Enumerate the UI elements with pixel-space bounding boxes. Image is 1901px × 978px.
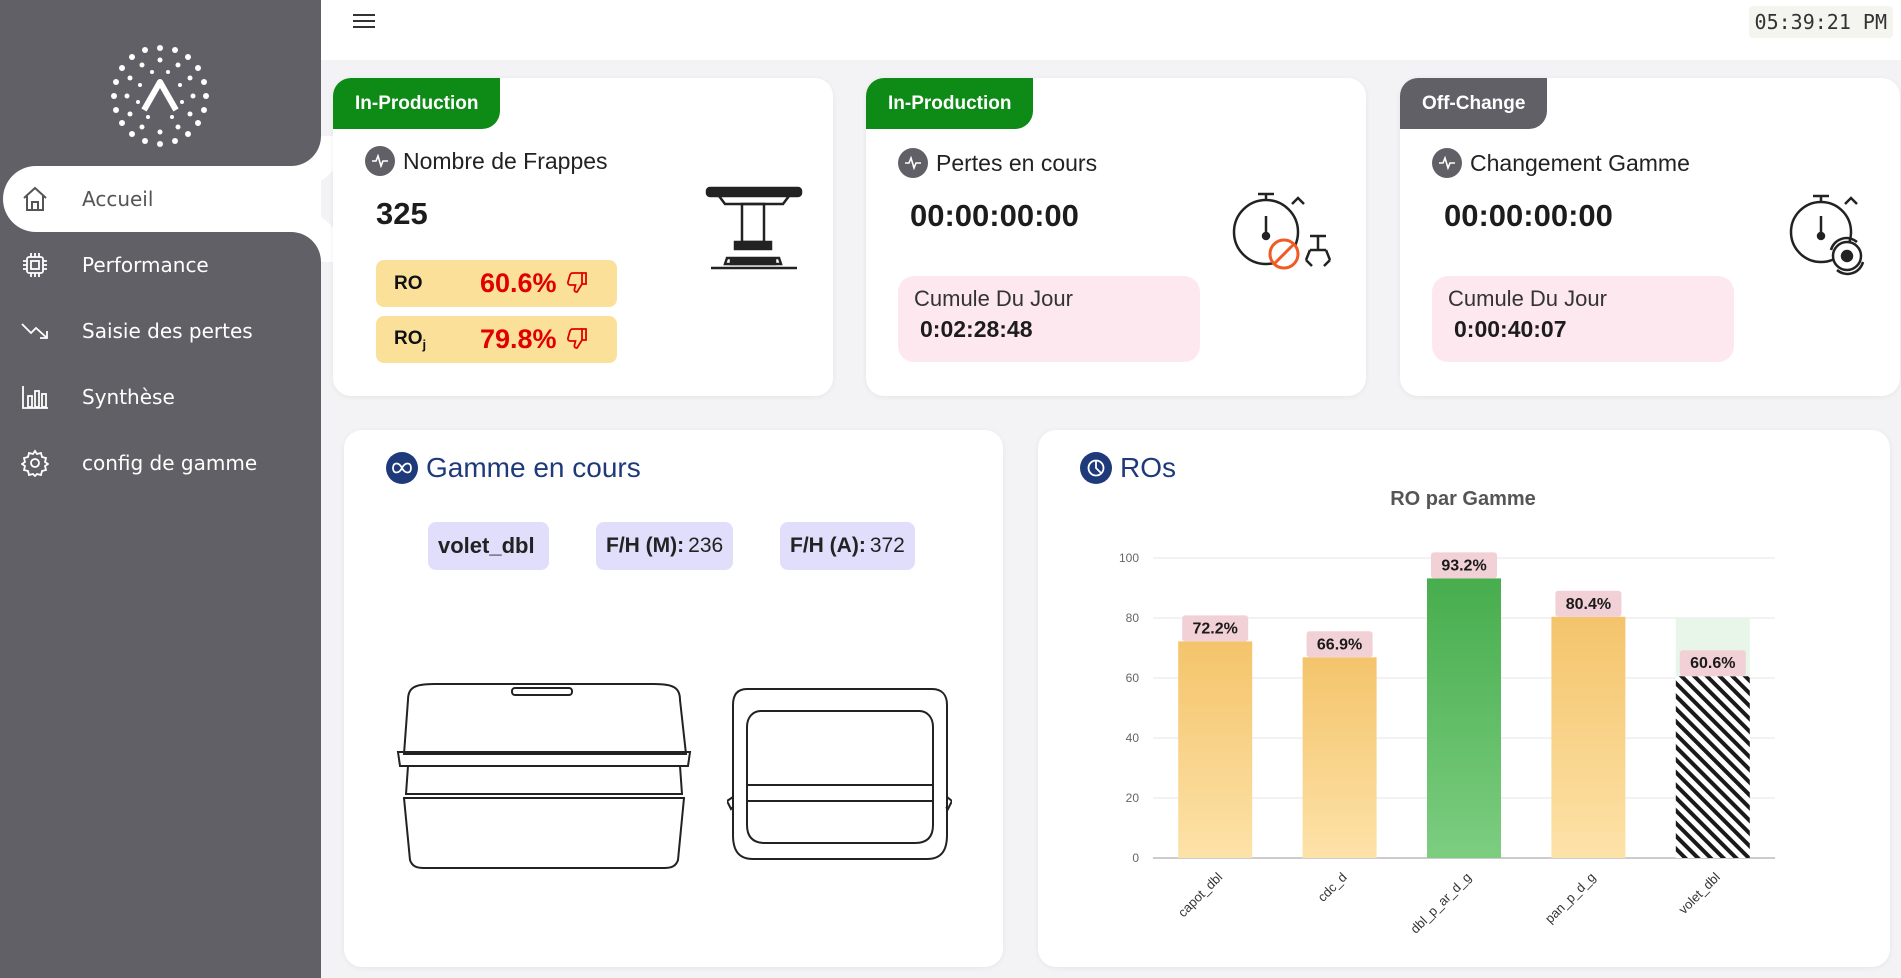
activity-icon bbox=[365, 146, 395, 176]
fh-a-chip: F/H (A): 372 bbox=[780, 522, 915, 570]
y-tick-label: 0 bbox=[1132, 851, 1139, 865]
sidebar-item-config-de-gamme[interactable]: config de gamme bbox=[0, 430, 321, 496]
ro-pill: RO 60.6% bbox=[376, 260, 617, 307]
sidebar-logo-area bbox=[0, 0, 321, 165]
sidebar-item-label: Performance bbox=[82, 253, 209, 277]
fh-m-value: 236 bbox=[688, 534, 724, 557]
section-title-text: Gamme en cours bbox=[426, 452, 641, 483]
frappes-value: 325 bbox=[376, 196, 428, 231]
data-label: 80.4% bbox=[1566, 596, 1611, 613]
card-title-text: Nombre de Frappes bbox=[403, 147, 608, 174]
sidebar-item-performance[interactable]: Performance bbox=[0, 232, 321, 298]
bar-chart-icon bbox=[20, 382, 50, 412]
sidebar-nav: Accueil Performance Saisie des pertes Sy… bbox=[0, 166, 321, 496]
y-tick-label: 100 bbox=[1119, 551, 1139, 565]
roj-label-text: RO bbox=[394, 327, 423, 349]
x-tick-label: dbl_p_ar_d_g bbox=[1407, 870, 1474, 937]
cumul-value: 0:02:28:48 bbox=[920, 316, 1033, 342]
gamme-name: volet_dbl bbox=[438, 533, 535, 558]
sidebar-item-accueil[interactable]: Accueil bbox=[3, 166, 321, 232]
part-top-view-image bbox=[727, 688, 952, 860]
cpu-icon bbox=[20, 250, 50, 280]
changement-value: 00:00:00:00 bbox=[1444, 198, 1613, 233]
y-tick-label: 80 bbox=[1126, 611, 1140, 625]
cumul-label: Cumule Du Jour bbox=[1448, 286, 1607, 311]
gamme-name-chip: volet_dbl bbox=[428, 522, 549, 570]
ro-bar-chart: RO par Gamme 0 20 40 60 80 100 72.2% capot_dbl 6… bbox=[1119, 488, 1775, 937]
part-side-view-image bbox=[396, 683, 692, 869]
data-label: 66.9% bbox=[1317, 636, 1362, 653]
sidebar-item-saisie-des-pertes[interactable]: Saisie des pertes bbox=[0, 298, 321, 364]
data-label: 93.2% bbox=[1441, 557, 1486, 574]
sidebar-item-label: Saisie des pertes bbox=[82, 319, 253, 343]
sidebar-item-label: Accueil bbox=[82, 187, 154, 211]
activity-icon bbox=[898, 148, 928, 178]
clock: 05:39:21 PM bbox=[1748, 6, 1893, 38]
frappes-card: In-Production Nombre de Frappes 325 RO 6… bbox=[333, 78, 833, 396]
activity-icon bbox=[1432, 148, 1462, 178]
card-title-text: Pertes en cours bbox=[936, 149, 1098, 176]
data-label: 72.2% bbox=[1193, 620, 1238, 637]
status-badge: Off-Change bbox=[1400, 78, 1548, 129]
topbar: 05:39:21 PM bbox=[321, 0, 1901, 60]
menu-toggle-icon[interactable] bbox=[353, 10, 383, 34]
thumbs-down-icon bbox=[565, 326, 589, 354]
home-icon bbox=[20, 184, 50, 214]
pertes-value: 00:00:00:00 bbox=[910, 198, 1079, 233]
cumul-label: Cumule Du Jour bbox=[914, 286, 1073, 311]
gamme-card: Gamme en cours volet_dbl F/H (M): 236 F/… bbox=[344, 430, 1003, 967]
y-tick-label: 20 bbox=[1126, 791, 1140, 805]
y-tick-label: 60 bbox=[1126, 671, 1140, 685]
roj-value: 79.8% bbox=[480, 324, 557, 354]
x-tick-label: volet_dbl bbox=[1676, 869, 1723, 916]
bar-volet_dbl[interactable] bbox=[1675, 676, 1750, 858]
fh-m-label: F/H (M): bbox=[606, 534, 685, 557]
sidebar-item-synthese[interactable]: Synthèse bbox=[0, 364, 321, 430]
roj-pill: ROj 79.8% bbox=[376, 316, 617, 363]
card-title: Pertes en cours bbox=[898, 148, 1097, 178]
ro-value: 60.6% bbox=[480, 268, 557, 298]
stopwatch-change-icon bbox=[1789, 194, 1865, 276]
bar-cdc_d[interactable] bbox=[1302, 657, 1377, 858]
fh-a-value: 372 bbox=[869, 534, 905, 557]
roj-label-sub: j bbox=[422, 336, 427, 352]
status-badge: In-Production bbox=[333, 78, 501, 129]
press-machine-icon bbox=[705, 186, 803, 270]
cumul-box: Cumule Du Jour 0:00:40:07 bbox=[1432, 276, 1734, 362]
x-tick-label: pan_p_d_g bbox=[1542, 870, 1599, 927]
data-label: 60.6% bbox=[1690, 655, 1735, 672]
chart-title: RO par Gamme bbox=[1390, 488, 1536, 510]
status-badge: In-Production bbox=[866, 78, 1034, 129]
thumbs-down-icon bbox=[565, 270, 589, 298]
card-title: Changement Gamme bbox=[1432, 148, 1690, 178]
sidebar: Accueil Performance Saisie des pertes Sy… bbox=[0, 0, 321, 978]
cumul-value: 0:00:40:07 bbox=[1454, 316, 1567, 342]
stopwatch-stop-icon bbox=[1232, 192, 1332, 270]
infinity-icon bbox=[386, 452, 418, 484]
bar-pan_p_d_g[interactable] bbox=[1551, 616, 1626, 858]
bar-capot_dbl[interactable] bbox=[1178, 641, 1253, 858]
x-tick-label: capot_dbl bbox=[1175, 869, 1226, 920]
fh-a-label: F/H (A): bbox=[790, 534, 866, 557]
trending-down-icon bbox=[20, 316, 50, 346]
card-title: Nombre de Frappes bbox=[365, 146, 608, 176]
roj-label: ROj bbox=[394, 328, 480, 352]
sidebar-item-label: config de gamme bbox=[82, 451, 258, 475]
y-tick-label: 40 bbox=[1126, 731, 1140, 745]
logo bbox=[111, 45, 209, 147]
bar-dbl_p_ar_d_g[interactable] bbox=[1427, 578, 1501, 858]
card-title-text: Changement Gamme bbox=[1470, 149, 1690, 176]
gear-icon bbox=[20, 448, 50, 478]
ros-card: ROs RO par Gamme 0 20 40 60 80 100 72.2% capot_… bbox=[1038, 430, 1890, 967]
cumul-box: Cumule Du Jour 0:02:28:48 bbox=[898, 276, 1200, 362]
changement-card: Off-Change Changement Gamme 00:00:00:00 … bbox=[1400, 78, 1900, 396]
pertes-card: In-Production Pertes en cours 00:00:00:0… bbox=[866, 78, 1366, 396]
ro-label: RO bbox=[394, 272, 423, 294]
section-title: Gamme en cours bbox=[386, 452, 641, 484]
x-tick-label: cdc_d bbox=[1315, 870, 1350, 905]
sidebar-item-label: Synthèse bbox=[82, 385, 175, 409]
fh-m-chip: F/H (M): 236 bbox=[596, 522, 734, 570]
